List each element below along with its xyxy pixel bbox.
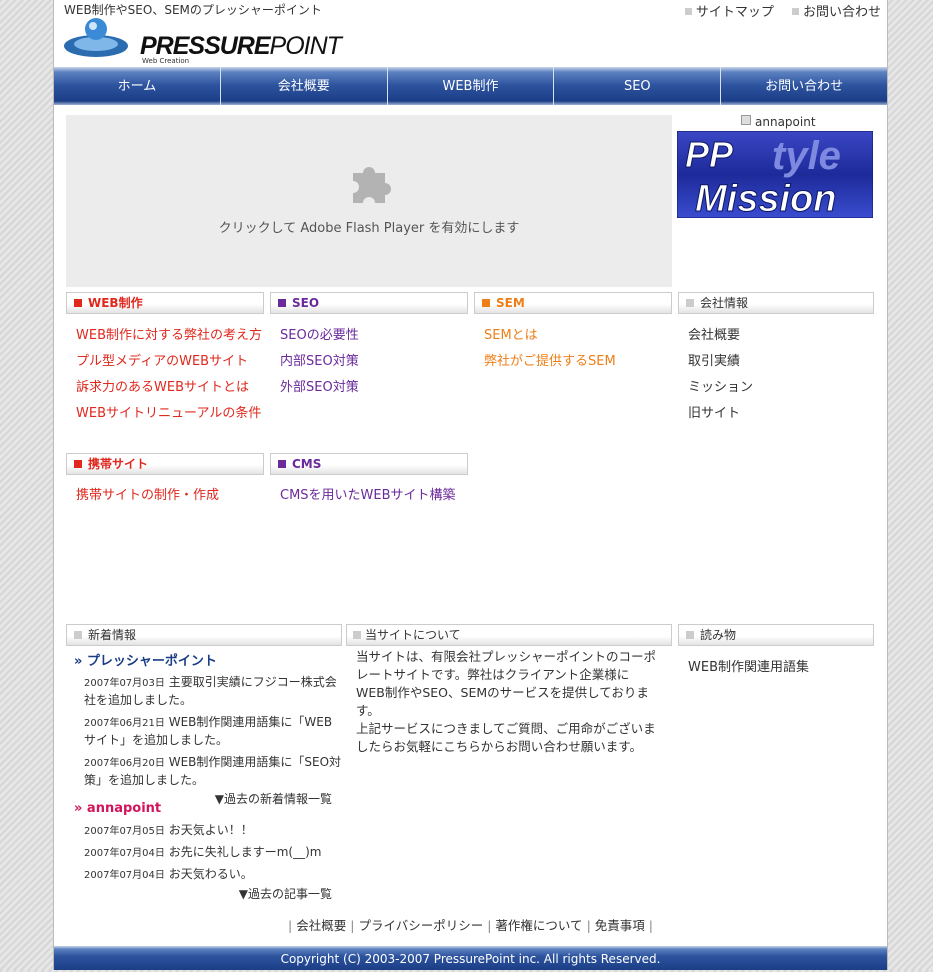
square-icon	[791, 8, 799, 15]
link-seo-2[interactable]: 内部SEO対策	[280, 349, 359, 375]
section-mobile: 携帯サイト	[66, 453, 264, 475]
link-web-2[interactable]: プル型メディアのWEBサイト	[76, 349, 262, 375]
cms-links: CMSを用いたWEBサイト構築	[280, 483, 456, 509]
nav-company[interactable]: 会社概要	[221, 67, 388, 105]
news-item[interactable]: 2007年06月20日 WEB制作関連用語集に「SEO対策」を追加しました。	[74, 754, 342, 789]
link-web-1[interactable]: WEB制作に対する弊社の考え方	[76, 323, 262, 349]
blog-more-link[interactable]: ▼過去の記事一覧	[74, 886, 332, 902]
copyright-bar: Copyright (C) 2003-2007 PressurePoint in…	[54, 946, 887, 970]
news-item[interactable]: 2007年07月03日 主要取引実績にフジコー株式会社を追加しました。	[74, 674, 342, 709]
svg-text:tyle: tyle	[772, 134, 841, 178]
link-cms-1[interactable]: CMSを用いたWEBサイト構築	[280, 483, 456, 509]
blog-item[interactable]: 2007年07月05日 お天気よい！！	[74, 822, 342, 840]
sitemap-link[interactable]: サイトマップ	[684, 5, 774, 20]
contact-link[interactable]: お問い合わせ	[791, 5, 881, 20]
news-item[interactable]: 2007年06月21日 WEB制作関連用語集に「WEBサイト」を追加しました。	[74, 714, 342, 749]
link-seo-1[interactable]: SEOの必要性	[280, 323, 359, 349]
footer-links: | 会社概要 | プライバシーポリシー | 著作権について | 免責事項 |	[287, 918, 654, 933]
link-web-4[interactable]: WEBサイトリニューアルの条件	[76, 401, 262, 427]
mission-banner[interactable]: tyle PP Mission	[676, 130, 874, 221]
link-sem-2[interactable]: 弊社がご提供するSEM	[484, 349, 616, 375]
nav-web[interactable]: WEB制作	[388, 67, 555, 105]
link-glossary[interactable]: WEB制作関連用語集	[688, 655, 809, 681]
section-reading: 読み物	[678, 624, 874, 646]
footer-company-link[interactable]: 会社概要	[296, 918, 346, 933]
purple-square-icon	[278, 299, 286, 307]
link-company-2[interactable]: 取引実績	[688, 349, 753, 375]
blog-item[interactable]: 2007年07月04日 お先に失礼しますーm(__)m	[74, 844, 342, 862]
global-nav: ホーム 会社概要 WEB制作 SEO お問い合わせ	[54, 67, 887, 105]
nav-seo[interactable]: SEO	[554, 67, 722, 105]
svg-text:Mission: Mission	[695, 178, 836, 218]
nav-home[interactable]: ホーム	[54, 67, 221, 105]
news-feed: » プレッシャーポイント 2007年07月03日 主要取引実績にフジコー株式会社…	[74, 650, 342, 807]
link-company-3[interactable]: ミッション	[688, 375, 753, 401]
section-cms: CMS	[270, 453, 468, 475]
blog-item[interactable]: 2007年07月04日 お天気わるい。	[74, 866, 342, 884]
seo-links: SEOの必要性 内部SEO対策 外部SEO対策	[280, 323, 359, 401]
gray-square-icon	[686, 631, 694, 639]
top-links: サイトマップ お問い合わせ	[671, 1, 881, 20]
svg-text:PP: PP	[685, 134, 734, 175]
red-square-icon	[74, 299, 82, 307]
banner-alt-text: annapoint	[741, 115, 816, 129]
square-icon	[684, 8, 692, 15]
reading-links: WEB制作関連用語集	[688, 655, 809, 681]
link-company-4[interactable]: 旧サイト	[688, 401, 753, 427]
gray-square-icon	[353, 631, 361, 639]
broken-image-icon	[741, 115, 751, 125]
orange-square-icon	[482, 299, 490, 307]
logo-mark-icon	[64, 18, 128, 57]
mobile-links: 携帯サイトの制作・作成	[76, 483, 219, 509]
blog-feed-title[interactable]: » annapoint	[74, 801, 342, 816]
logo[interactable]: PRESSUREPOINT Web Creation	[62, 14, 342, 65]
link-web-3[interactable]: 訴求力のあるWEBサイトとは	[76, 375, 262, 401]
gray-square-icon	[74, 631, 82, 639]
logo-subtext: Web Creation	[142, 57, 190, 65]
red-square-icon	[74, 460, 82, 468]
section-company: 会社情報	[678, 292, 874, 314]
flash-placeholder[interactable]: クリックして Adobe Flash Player を有効にします	[66, 115, 672, 287]
purple-square-icon	[278, 460, 286, 468]
web-links: WEB制作に対する弊社の考え方 プル型メディアのWEBサイト 訴求力のあるWEB…	[76, 323, 262, 427]
section-about: 当サイトについて	[346, 624, 672, 646]
flash-message: クリックして Adobe Flash Player を有効にします	[218, 221, 520, 236]
link-seo-3[interactable]: 外部SEO対策	[280, 375, 359, 401]
section-sem: SEM	[474, 292, 672, 314]
about-paragraph-2: 上記サービスにつきましてご質問、ご用命がございましたらお気軽にこちらからお問い合…	[356, 721, 656, 754]
section-seo: SEO	[270, 292, 468, 314]
news-feed-title[interactable]: » プレッシャーポイント	[74, 650, 342, 669]
about-text: 当サイトは、有限会社プレッシャーポイントのコーポレートサイトです。弊社はクライア…	[356, 648, 656, 756]
about-paragraph-1: 当サイトは、有限会社プレッシャーポイントのコーポレートサイトです。弊社はクライア…	[356, 649, 657, 718]
page: WEB制作やSEO、SEMのプレッシャーポイント PRESSUREPOINT W…	[53, 0, 888, 970]
company-links: 会社概要 取引実績 ミッション 旧サイト	[688, 323, 753, 427]
section-news: 新着情報	[66, 624, 342, 646]
mission-banner-image: tyle PP Mission	[676, 130, 874, 221]
gray-square-icon	[686, 299, 694, 307]
section-web: WEB制作	[66, 292, 264, 314]
nav-contact[interactable]: お問い合わせ	[721, 67, 887, 105]
link-mobile-1[interactable]: 携帯サイトの制作・作成	[76, 483, 219, 509]
footer-privacy-link[interactable]: プライバシーポリシー	[358, 918, 483, 933]
link-sem-1[interactable]: SEMとは	[484, 323, 616, 349]
footer-disclaimer-link[interactable]: 免責事項	[595, 918, 645, 933]
link-company-1[interactable]: 会社概要	[688, 323, 753, 349]
sem-links: SEMとは 弊社がご提供するSEM	[484, 323, 616, 375]
footer-copyright-link[interactable]: 著作権について	[495, 918, 582, 933]
blog-feed: » annapoint 2007年07月05日 お天気よい！！ 2007年07月…	[74, 801, 342, 902]
plugin-puzzle-icon	[353, 167, 391, 203]
